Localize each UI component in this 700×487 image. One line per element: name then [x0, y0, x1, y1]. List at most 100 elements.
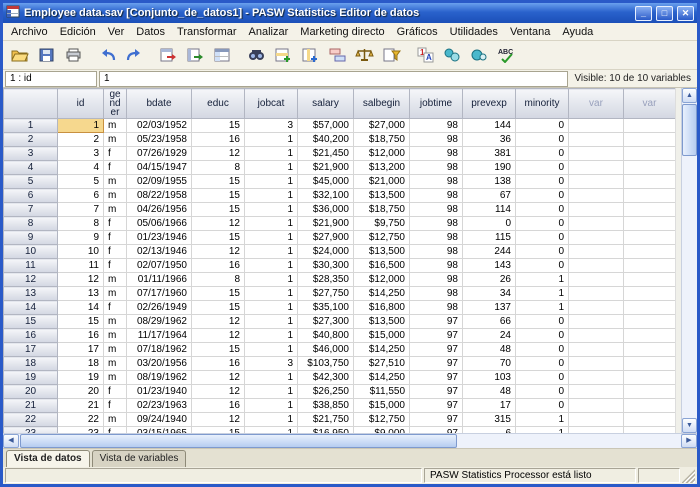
- show-all-variables-icon[interactable]: [466, 42, 493, 68]
- cell[interactable]: 1: [516, 301, 569, 315]
- cell[interactable]: 97: [410, 315, 463, 329]
- cell[interactable]: 144: [463, 119, 516, 133]
- cell[interactable]: f: [104, 385, 127, 399]
- scroll-right-icon[interactable]: ▶: [681, 434, 697, 448]
- cell[interactable]: 16: [192, 259, 245, 273]
- cell[interactable]: 07/18/1962: [127, 343, 192, 357]
- cell[interactable]: 15: [192, 203, 245, 217]
- cell[interactable]: [569, 273, 624, 287]
- cell[interactable]: 08/22/1958: [127, 189, 192, 203]
- cell[interactable]: $35,100: [298, 301, 354, 315]
- cell[interactable]: 103: [463, 371, 516, 385]
- cell[interactable]: 12: [192, 371, 245, 385]
- cell[interactable]: $9,750: [354, 217, 410, 231]
- cell[interactable]: $12,000: [354, 147, 410, 161]
- column-header-salary[interactable]: salary: [298, 89, 354, 119]
- cell[interactable]: $14,250: [354, 287, 410, 301]
- cell[interactable]: m: [104, 175, 127, 189]
- cell[interactable]: 11/17/1964: [127, 329, 192, 343]
- cell[interactable]: 08/19/1962: [127, 371, 192, 385]
- cell[interactable]: 1: [245, 245, 298, 259]
- cell[interactable]: 04/15/1947: [127, 161, 192, 175]
- cell[interactable]: 0: [516, 399, 569, 413]
- cell[interactable]: 98: [410, 147, 463, 161]
- cell[interactable]: [624, 385, 676, 399]
- cell[interactable]: f: [104, 217, 127, 231]
- open-data-icon[interactable]: [6, 42, 33, 68]
- scroll-down-icon[interactable]: ▼: [682, 418, 697, 433]
- cell[interactable]: 05/06/1966: [127, 217, 192, 231]
- cell[interactable]: [569, 217, 624, 231]
- title-bar[interactable]: Employee data.sav [Conjunto_de_datos1] -…: [3, 3, 697, 23]
- cell[interactable]: 22: [58, 413, 104, 427]
- cell[interactable]: 97: [410, 385, 463, 399]
- cell[interactable]: f: [104, 231, 127, 245]
- column-header-educ[interactable]: educ: [192, 89, 245, 119]
- cell[interactable]: 15: [192, 343, 245, 357]
- select-cases-icon[interactable]: [378, 42, 405, 68]
- cell[interactable]: $16,800: [354, 301, 410, 315]
- cell[interactable]: m: [104, 203, 127, 217]
- cell[interactable]: [624, 133, 676, 147]
- vertical-scrollbar[interactable]: ▲ ▼: [681, 88, 697, 433]
- cell[interactable]: $45,000: [298, 175, 354, 189]
- cell[interactable]: 26: [463, 273, 516, 287]
- value-labels-icon[interactable]: 1A: [412, 42, 439, 68]
- cell[interactable]: 0: [516, 189, 569, 203]
- cell[interactable]: [624, 301, 676, 315]
- cell[interactable]: 3: [245, 357, 298, 371]
- cell[interactable]: $14,250: [354, 343, 410, 357]
- cell[interactable]: 66: [463, 315, 516, 329]
- cell[interactable]: $103,750: [298, 357, 354, 371]
- row-number[interactable]: 12: [4, 273, 58, 287]
- scroll-up-icon[interactable]: ▲: [682, 88, 697, 103]
- cell[interactable]: $38,850: [298, 399, 354, 413]
- menu-analizar[interactable]: Analizar: [243, 25, 295, 39]
- cell[interactable]: $40,800: [298, 329, 354, 343]
- cell[interactable]: 137: [463, 301, 516, 315]
- tab-vista-de-variables[interactable]: Vista de variables: [92, 450, 187, 467]
- column-header-minority[interactable]: minority: [516, 89, 569, 119]
- cell[interactable]: 05/23/1958: [127, 133, 192, 147]
- cell[interactable]: 1: [245, 231, 298, 245]
- cell[interactable]: [624, 399, 676, 413]
- cell[interactable]: 09/24/1940: [127, 413, 192, 427]
- cell[interactable]: [569, 245, 624, 259]
- cell[interactable]: 5: [58, 175, 104, 189]
- cell[interactable]: 13: [58, 287, 104, 301]
- cell[interactable]: 18: [58, 357, 104, 371]
- cell[interactable]: 0: [516, 357, 569, 371]
- cell[interactable]: 0: [516, 175, 569, 189]
- row-number[interactable]: 2: [4, 133, 58, 147]
- save-icon[interactable]: [33, 42, 60, 68]
- row-number[interactable]: 10: [4, 245, 58, 259]
- cell[interactable]: [569, 399, 624, 413]
- cell[interactable]: 0: [516, 371, 569, 385]
- cell[interactable]: $15,000: [354, 399, 410, 413]
- cell[interactable]: 24: [463, 329, 516, 343]
- cell[interactable]: $27,900: [298, 231, 354, 245]
- cell[interactable]: 12: [192, 245, 245, 259]
- cell[interactable]: 02/13/1946: [127, 245, 192, 259]
- cell[interactable]: [624, 189, 676, 203]
- column-header-bdate[interactable]: bdate: [127, 89, 192, 119]
- cell[interactable]: 1: [245, 189, 298, 203]
- minimize-button[interactable]: _: [635, 6, 652, 21]
- cell[interactable]: 07/26/1929: [127, 147, 192, 161]
- horizontal-scroll-thumb[interactable]: [20, 434, 457, 448]
- cell[interactable]: 16: [58, 329, 104, 343]
- cell[interactable]: [624, 413, 676, 427]
- cell[interactable]: 0: [516, 119, 569, 133]
- cell[interactable]: 15: [192, 189, 245, 203]
- cell[interactable]: f: [104, 147, 127, 161]
- cell[interactable]: 1: [58, 119, 104, 133]
- cell[interactable]: 12: [192, 217, 245, 231]
- cell[interactable]: 97: [410, 357, 463, 371]
- row-number[interactable]: 17: [4, 343, 58, 357]
- cell[interactable]: $18,750: [354, 203, 410, 217]
- cell[interactable]: 01/23/1946: [127, 231, 192, 245]
- cell[interactable]: 1: [245, 203, 298, 217]
- row-number[interactable]: 14: [4, 301, 58, 315]
- row-number[interactable]: 21: [4, 399, 58, 413]
- cell[interactable]: 1: [516, 287, 569, 301]
